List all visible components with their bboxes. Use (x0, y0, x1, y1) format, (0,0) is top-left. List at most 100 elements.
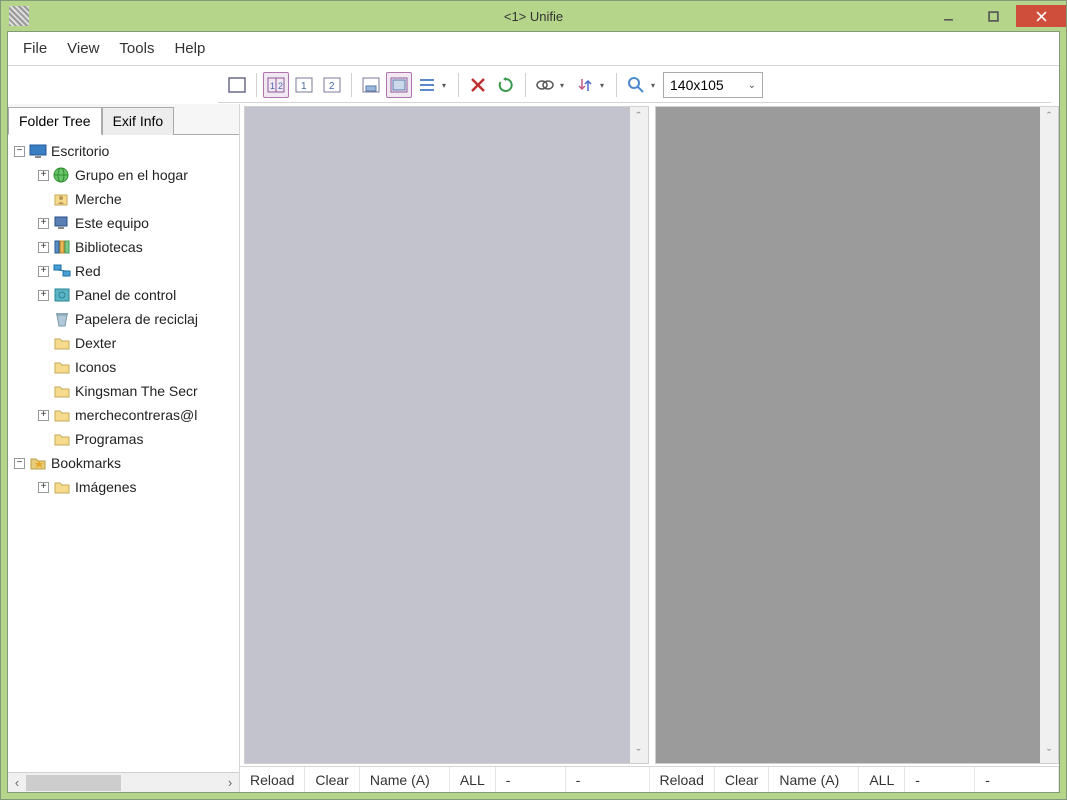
single-pane-icon[interactable] (224, 72, 250, 98)
status-clear[interactable]: Clear (715, 767, 769, 792)
status-filter[interactable]: ALL (859, 767, 905, 792)
status-dash2: - (566, 767, 650, 792)
link-dropdown[interactable]: ▾ (560, 81, 570, 90)
expand-icon[interactable]: + (38, 170, 49, 181)
expand-icon[interactable]: + (38, 266, 49, 277)
status-reload[interactable]: Reload (650, 767, 715, 792)
scroll-up-icon[interactable]: ˆ (1047, 109, 1051, 124)
menu-help[interactable]: Help (165, 36, 214, 61)
tree-item[interactable]: Programas (8, 427, 239, 451)
menu-tools[interactable]: Tools (110, 36, 163, 61)
tree-item[interactable]: + Panel de control (8, 283, 239, 307)
status-sort[interactable]: Name (A) (769, 767, 859, 792)
delete-icon[interactable] (465, 72, 491, 98)
user-icon (53, 191, 71, 207)
tab-folder-tree[interactable]: Folder Tree (8, 107, 102, 135)
expander-blank (38, 434, 49, 445)
menu-file[interactable]: File (14, 36, 56, 61)
status-sort[interactable]: Name (A) (360, 767, 450, 792)
separator (616, 73, 617, 97)
svg-text:2: 2 (278, 81, 283, 91)
horizontal-scrollbar[interactable]: ‹ › (8, 772, 239, 792)
left-pane[interactable]: ˆ ˇ (244, 106, 649, 764)
status-dash2: - (975, 767, 1059, 792)
tree-item[interactable]: +Bibliotecas (8, 235, 239, 259)
pane1-icon[interactable]: 1 (291, 72, 317, 98)
chevron-down-icon: ⌄ (748, 80, 756, 91)
list-dropdown[interactable]: ▾ (442, 81, 452, 90)
folder-icon (53, 335, 71, 351)
tree-item[interactable]: Kingsman The Secr (8, 379, 239, 403)
tree-item-label: Imágenes (75, 479, 136, 495)
tree-item-label: Este equipo (75, 215, 149, 231)
tree-item[interactable]: + Red (8, 259, 239, 283)
expand-icon[interactable]: + (38, 290, 49, 301)
separator (351, 73, 352, 97)
sort-icon[interactable] (572, 72, 598, 98)
maximize-button[interactable] (971, 5, 1016, 27)
window: <1> Unifie File View Tools Help (0, 0, 1067, 800)
panes: ˆ ˇ ˆ ˇ Reload (240, 104, 1059, 792)
collapse-icon[interactable]: − (14, 458, 25, 469)
pane-row: ˆ ˇ ˆ ˇ (240, 104, 1059, 766)
tree-item[interactable]: +merchecontreras@l (8, 403, 239, 427)
sort-dropdown[interactable]: ▾ (600, 81, 610, 90)
tree-item-label: Kingsman The Secr (75, 383, 198, 399)
right-pane[interactable]: ˆ ˇ (655, 106, 1060, 764)
expand-icon[interactable]: + (38, 218, 49, 229)
lib-icon (53, 239, 71, 255)
status-filter[interactable]: ALL (450, 767, 496, 792)
scroll-up-icon[interactable]: ˆ (636, 109, 640, 124)
status-dash1: - (496, 767, 566, 792)
zoom-icon[interactable] (623, 72, 649, 98)
tree-item[interactable]: + Imágenes (8, 475, 239, 499)
scroll-track[interactable] (26, 775, 221, 791)
tree-item[interactable]: + Grupo en el hogar (8, 163, 239, 187)
scroll-thumb[interactable] (26, 775, 121, 791)
app-icon (9, 6, 29, 26)
folder-tree[interactable]: −Escritorio + Grupo en el hogar Merche + Este… (8, 135, 239, 772)
scroll-down-icon[interactable]: ˇ (636, 746, 640, 761)
dual-pane-icon[interactable]: 12 (263, 72, 289, 98)
minimize-button[interactable] (926, 5, 971, 27)
tree-item-label: Panel de control (75, 287, 176, 303)
scroll-down-icon[interactable]: ˇ (1047, 746, 1051, 761)
fit-window-icon[interactable] (358, 72, 384, 98)
zoom-dropdown[interactable]: ▾ (651, 81, 661, 90)
list-icon[interactable] (414, 72, 440, 98)
tree-item[interactable]: Merche (8, 187, 239, 211)
thumbnail-size-select[interactable]: 140x105 ⌄ (663, 72, 763, 98)
expand-icon[interactable]: + (38, 410, 49, 421)
tree-item[interactable]: Iconos (8, 355, 239, 379)
status-reload[interactable]: Reload (240, 767, 305, 792)
expand-icon[interactable]: + (38, 242, 49, 253)
toolbar: 12 1 2 ▾ (218, 68, 1051, 103)
refresh-icon[interactable] (493, 72, 519, 98)
tree-item[interactable]: Dexter (8, 331, 239, 355)
tree-item[interactable]: −Bookmarks (8, 451, 239, 475)
expand-icon[interactable]: + (38, 482, 49, 493)
vertical-scrollbar[interactable]: ˆ ˇ (630, 107, 648, 763)
link-icon[interactable] (532, 72, 558, 98)
vertical-scrollbar[interactable]: ˆ ˇ (1040, 107, 1058, 763)
tab-exif-info[interactable]: Exif Info (102, 107, 175, 135)
right-pane-surface[interactable] (656, 107, 1041, 763)
close-button[interactable] (1016, 5, 1066, 27)
tree-item-label: Red (75, 263, 101, 279)
bookmark-icon (29, 455, 47, 471)
pane2-icon[interactable]: 2 (319, 72, 345, 98)
tree-item[interactable]: Papelera de reciclaj (8, 307, 239, 331)
titlebar[interactable]: <1> Unifie (1, 1, 1066, 31)
scroll-right-icon[interactable]: › (221, 774, 239, 792)
bin-icon (53, 311, 71, 327)
scroll-left-icon[interactable]: ‹ (8, 774, 26, 792)
tree-item-label: Grupo en el hogar (75, 167, 188, 183)
globe-icon (53, 167, 71, 183)
fit-screen-icon[interactable] (386, 72, 412, 98)
tree-item[interactable]: + Este equipo (8, 211, 239, 235)
menu-view[interactable]: View (58, 36, 108, 61)
left-pane-surface[interactable] (245, 107, 630, 763)
status-clear[interactable]: Clear (305, 767, 359, 792)
tree-item[interactable]: −Escritorio (8, 139, 239, 163)
collapse-icon[interactable]: − (14, 146, 25, 157)
